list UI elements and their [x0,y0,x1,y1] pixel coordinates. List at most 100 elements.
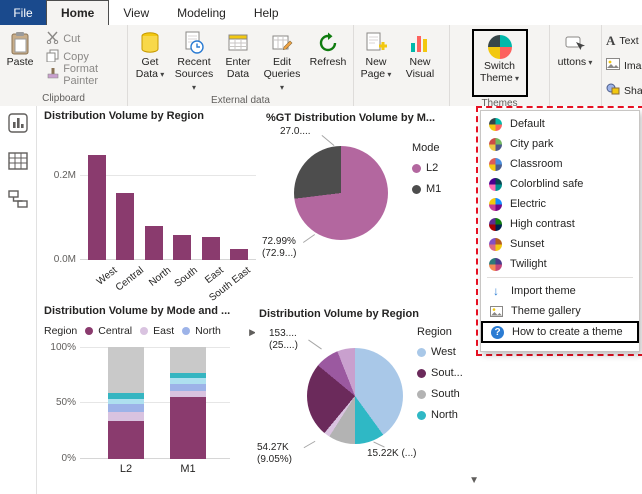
legend-item-label: West [431,346,456,358]
image-icon [606,58,620,73]
recent-sources-label: Recent Sources [173,56,215,94]
segment-west[interactable] [108,347,144,393]
paste-button[interactable]: Paste [1,28,39,68]
pie-chart-mode-visual[interactable]: %GT Distribution Volume by M... 27.0....… [262,110,480,300]
bar-north[interactable] [144,226,163,260]
bar-west[interactable] [88,155,106,260]
refresh-button[interactable]: Refresh [305,28,351,68]
theme-palette-icon [487,34,512,60]
legend-item-south[interactable]: South [417,388,463,400]
theme-menu-item-city-park[interactable]: City park [481,134,639,154]
theme-menu-item-default[interactable]: Default [481,114,639,134]
theme-menu-item-theme-gallery[interactable]: Theme gallery [481,301,639,321]
theme-menu-item-twilight[interactable]: Twilight [481,254,639,274]
file-tab[interactable]: File [0,0,46,25]
theme-menu-item-sunset[interactable]: Sunset [481,234,639,254]
buttons-button[interactable]: uttons [551,28,599,69]
theme-menu-item-high-contrast[interactable]: High contrast [481,214,639,234]
legend-color-dot [417,347,426,357]
tab-modeling[interactable]: Modeling [163,0,240,25]
text-box-button[interactable]: A Text [602,28,642,53]
recent-sources-button[interactable]: Recent Sources [173,28,215,94]
theme-menu-item-label: Colorblind safe [510,178,584,190]
theme-menu-item-electric[interactable]: Electric [481,194,639,214]
theme-pie-icon [489,257,502,271]
new-visual-button[interactable]: New Visual [399,28,441,80]
legend-item-west[interactable]: West [417,346,463,358]
shapes-button[interactable]: Sha [602,78,642,103]
tab-home[interactable]: Home [46,0,110,25]
sidebar-report-view[interactable] [0,106,36,144]
tab-help[interactable]: Help [240,0,293,25]
x-category-label: L2 [119,463,133,475]
cut-label: Cut [63,33,81,45]
theme-pie-icon [489,137,502,151]
paste-clipboard-icon [10,30,30,56]
enter-data-label: Enter Data [225,56,251,80]
theme-menu-item-colorblind-safe[interactable]: Colorblind safe [481,174,639,194]
segment-east[interactable] [170,390,206,398]
new-page-button[interactable]: New Page [355,28,397,81]
segment-north[interactable] [170,384,206,391]
pie-region[interactable] [307,348,403,444]
refresh-label: Refresh [309,56,347,68]
pie-chart-region-visual[interactable]: Distribution Volume by Region 153.... (2… [255,306,493,494]
category-axis: L2 M1 [108,463,206,475]
legend-item-north[interactable]: North [182,325,221,337]
bar-central[interactable] [116,193,135,260]
x-category-label: West [94,265,120,288]
sidebar-model-view[interactable] [0,182,36,220]
dropdown-arrow-icon[interactable]: ▼ [469,475,479,486]
legend-color-dot [417,410,426,420]
bar-east[interactable] [201,237,220,260]
themes-group: Switch Theme Themes [450,25,550,109]
theme-menu-item-label: Classroom [510,158,563,170]
get-data-button[interactable]: Get Data [129,28,171,81]
pie-mode[interactable] [294,146,388,240]
segment-central[interactable] [108,420,144,459]
y-tick-label: 50% [55,397,76,408]
switch-theme-button[interactable]: Switch Theme [477,32,523,85]
theme-menu-item-how-to-create-a-theme[interactable]: ? How to create a theme [481,321,639,343]
ribbon-tab-bar: File Home View Modeling Help [0,0,642,25]
stacked-bar-visual[interactable]: Distribution Volume by Mode and ... Regi… [40,303,262,494]
theme-menu-item-label: Electric [510,198,547,210]
theme-menu-item-classroom[interactable]: Classroom [481,154,639,174]
segment-central[interactable] [170,397,206,459]
segment-west[interactable] [170,347,206,373]
edit-queries-icon [271,30,293,56]
legend-item-central[interactable]: Central [85,325,132,337]
enter-data-button[interactable]: Enter Data [217,28,259,80]
cut-button[interactable]: Cut [42,30,127,48]
segment-north[interactable] [108,404,144,412]
legend-item-east[interactable]: East [140,325,174,337]
image-button[interactable]: Ima [602,53,642,78]
legend-item-sout-[interactable]: Sout... [417,367,463,379]
leader-line [373,441,385,448]
refresh-icon [317,30,339,56]
bar-chart-visual[interactable]: Distribution Volume by Region 0.2M 0.0M … [40,108,262,304]
format-painter-button[interactable]: Format Painter [42,63,127,87]
legend-item-l2[interactable]: L2 [412,162,441,174]
format-painter-label: Format Painter [63,63,99,87]
edit-queries-button[interactable]: Edit Queries [261,28,303,94]
legend-item-label: Sout... [431,367,463,379]
theme-menu-item-label: Sunset [510,238,545,250]
legend-color-dot [412,163,421,173]
sidebar-data-view[interactable] [0,144,36,182]
bar-south-east[interactable] [229,249,248,260]
legend-color-dot [85,327,94,335]
legend-color-dot [417,389,426,399]
theme-menu-item-import-theme[interactable]: ↓ Import theme [481,281,639,301]
y-tick-label: 0.2M [53,170,76,181]
tab-view[interactable]: View [109,0,163,25]
recent-sources-icon [183,30,205,56]
x-category-label: South East [207,265,253,304]
legend-item-north[interactable]: North [417,409,463,421]
legend-color-dot [140,327,149,335]
segment-east[interactable] [108,411,144,421]
pie-data-label: 54.27K (9.05%) [257,442,293,465]
theme-menu-item-label: Default [510,118,545,130]
legend-item-m1[interactable]: M1 [412,183,441,195]
bar-south[interactable] [173,235,192,260]
